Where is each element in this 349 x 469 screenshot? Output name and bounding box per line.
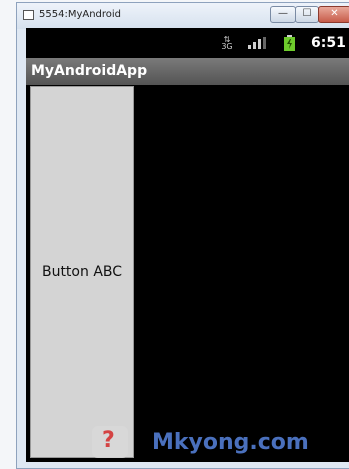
emulator-icon — [23, 10, 34, 20]
minimize-icon: — — [278, 8, 288, 19]
window-title: 5554:MyAndroid — [39, 9, 122, 20]
close-button[interactable]: ✕ — [318, 6, 349, 23]
status-clock: 6:51 — [311, 35, 346, 51]
battery-charging-icon — [284, 35, 295, 51]
button-abc[interactable]: Button ABC — [30, 86, 134, 458]
app-title: MyAndroidApp — [31, 63, 148, 79]
app-title-bar: MyAndroidApp — [26, 58, 349, 85]
window-titlebar[interactable]: 5554:MyAndroid — ☐ ✕ — [17, 3, 349, 29]
maximize-button[interactable]: ☐ — [295, 6, 319, 23]
watermark-text: Mkyong.com — [152, 430, 309, 455]
signal-bars-icon — [248, 37, 266, 49]
android-screen: ⇅ 3G 6:51 MyAndroidApp Button ABC — [26, 28, 349, 462]
watermark: ? Mkyong.com — [92, 424, 349, 464]
maximize-icon: ☐ — [302, 8, 312, 19]
watermark-question-icon: ? — [92, 426, 128, 458]
network-3g-icon: ⇅ 3G — [221, 35, 233, 51]
close-icon: ✕ — [330, 8, 339, 19]
network-label: 3G — [221, 42, 233, 51]
status-bar: ⇅ 3G 6:51 — [26, 28, 349, 58]
minimize-button[interactable]: — — [270, 6, 296, 23]
